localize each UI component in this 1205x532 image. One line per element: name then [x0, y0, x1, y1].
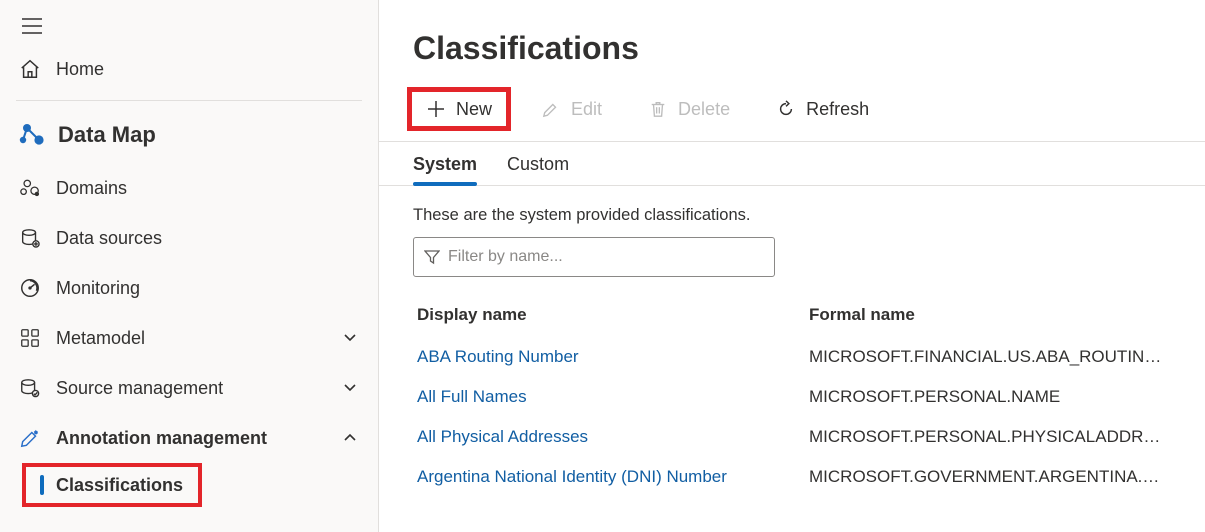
- tab-system[interactable]: System: [413, 154, 477, 185]
- new-button[interactable]: New: [407, 87, 511, 131]
- delete-icon: [648, 99, 668, 119]
- row-display-link[interactable]: All Full Names: [417, 387, 527, 406]
- edit-button: Edit: [525, 87, 618, 131]
- section-data-map[interactable]: Data Map: [0, 107, 378, 163]
- edit-button-label: Edit: [571, 99, 602, 120]
- nav-home-label: Home: [56, 59, 360, 80]
- refresh-button[interactable]: Refresh: [760, 87, 885, 131]
- chevron-down-icon: [340, 328, 360, 348]
- refresh-button-label: Refresh: [806, 99, 869, 120]
- nav-source-management[interactable]: Source management: [0, 363, 378, 413]
- nav-annotation-management-label: Annotation management: [56, 428, 340, 449]
- row-display-link[interactable]: All Physical Addresses: [417, 427, 588, 446]
- new-button-label: New: [456, 99, 492, 120]
- filter-input-wrap[interactable]: [413, 237, 775, 277]
- row-formal-text: MICROSOFT.PERSONAL.PHYSICALADDRESS: [809, 427, 1171, 447]
- nav-data-sources-label: Data sources: [56, 228, 360, 249]
- annotation-management-icon: [18, 426, 42, 450]
- data-sources-icon: [18, 226, 42, 250]
- chevron-down-icon: [340, 378, 360, 398]
- row-formal-text: MICROSOFT.FINANCIAL.US.ABA_ROUTING_NU…: [809, 347, 1171, 367]
- sidebar-divider: [16, 100, 362, 101]
- row-display-link[interactable]: Argentina National Identity (DNI) Number: [417, 467, 727, 486]
- nav-annotation-management[interactable]: Annotation management: [0, 413, 378, 463]
- tab-description: These are the system provided classifica…: [379, 186, 1205, 237]
- table-row[interactable]: ABA Routing Number MICROSOFT.FINANCIAL.U…: [413, 337, 1171, 377]
- tab-system-label: System: [413, 154, 477, 174]
- filter-icon: [424, 249, 440, 265]
- nav-sub-classifications-label: Classifications: [56, 475, 183, 496]
- nav-monitoring-label: Monitoring: [56, 278, 360, 299]
- nav-home[interactable]: Home: [0, 44, 378, 94]
- plus-icon: [426, 99, 446, 119]
- col-formal-name[interactable]: Formal name: [809, 305, 1171, 325]
- main-content: Classifications New Edit: [378, 0, 1205, 532]
- monitoring-icon: [18, 276, 42, 300]
- nav-metamodel[interactable]: Metamodel: [0, 313, 378, 363]
- delete-button-label: Delete: [678, 99, 730, 120]
- selection-marker: [40, 475, 44, 495]
- chevron-up-icon: [340, 428, 360, 448]
- refresh-icon: [776, 99, 796, 119]
- tabs: System Custom: [379, 142, 1205, 186]
- row-formal-text: MICROSOFT.PERSONAL.NAME: [809, 387, 1171, 407]
- edit-icon: [541, 99, 561, 119]
- hamburger-menu-button[interactable]: [14, 8, 50, 44]
- sidebar: Home Data Map: [0, 0, 378, 532]
- nav-domains-label: Domains: [56, 178, 360, 199]
- tab-custom-label: Custom: [507, 154, 569, 174]
- section-data-map-label: Data Map: [58, 122, 156, 148]
- nav-data-sources[interactable]: Data sources: [0, 213, 378, 263]
- delete-button: Delete: [632, 87, 746, 131]
- row-display-link[interactable]: ABA Routing Number: [417, 347, 579, 366]
- table-row[interactable]: All Physical Addresses MICROSOFT.PERSONA…: [413, 417, 1171, 457]
- row-formal-text: MICROSOFT.GOVERNMENT.ARGENTINA.DNI_…: [809, 467, 1171, 487]
- nav-sub-classifications[interactable]: Classifications: [0, 463, 378, 507]
- nav-source-management-label: Source management: [56, 378, 340, 399]
- domains-icon: [18, 176, 42, 200]
- tab-custom[interactable]: Custom: [507, 154, 569, 185]
- data-map-icon: [18, 121, 46, 149]
- table-row[interactable]: Argentina National Identity (DNI) Number…: [413, 457, 1171, 497]
- page-title: Classifications: [379, 30, 1205, 87]
- hamburger-icon: [22, 18, 42, 34]
- nav-monitoring[interactable]: Monitoring: [0, 263, 378, 313]
- home-icon: [18, 57, 42, 81]
- filter-input[interactable]: [448, 248, 764, 266]
- classifications-table: Display name Formal name ABA Routing Num…: [379, 289, 1205, 497]
- toolbar: New Edit Delete: [379, 87, 1205, 141]
- col-display-name[interactable]: Display name: [413, 305, 809, 325]
- nav-domains[interactable]: Domains: [0, 163, 378, 213]
- table-header: Display name Formal name: [413, 297, 1171, 337]
- table-row[interactable]: All Full Names MICROSOFT.PERSONAL.NAME: [413, 377, 1171, 417]
- metamodel-icon: [18, 326, 42, 350]
- source-management-icon: [18, 376, 42, 400]
- nav-metamodel-label: Metamodel: [56, 328, 340, 349]
